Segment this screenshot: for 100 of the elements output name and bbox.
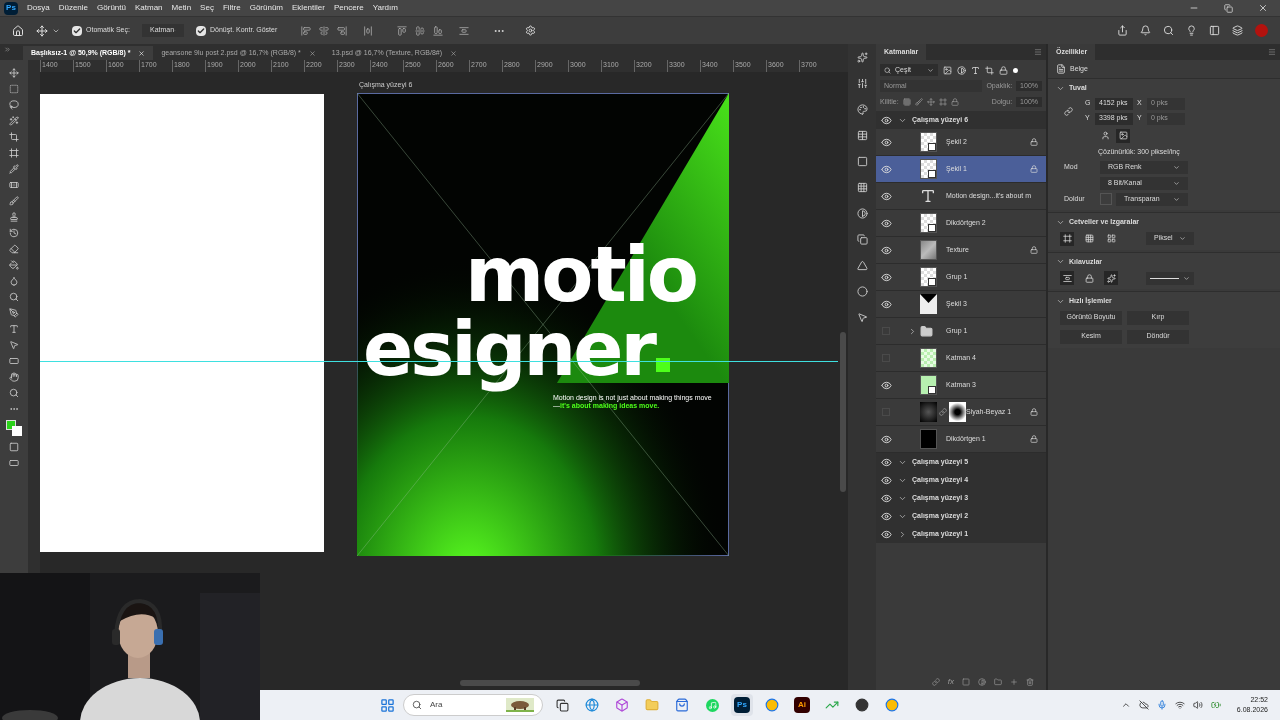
frame-icon[interactable]	[9, 148, 19, 158]
pointer-icon[interactable]	[856, 312, 868, 323]
type-tool-icon[interactable]	[9, 324, 19, 334]
menu-item[interactable]: Seç	[200, 2, 214, 14]
eye-icon[interactable]	[880, 510, 892, 522]
toggle-button[interactable]	[1104, 271, 1118, 285]
share-icon[interactable]	[1117, 25, 1128, 36]
eye-icon[interactable]	[880, 298, 892, 310]
lock-filter-icon[interactable]	[999, 65, 1008, 75]
menu-item[interactable]: Metin	[171, 2, 192, 14]
table-icon[interactable]	[856, 130, 868, 141]
zoom-icon[interactable]	[9, 388, 19, 398]
brush-icon[interactable]	[9, 196, 19, 206]
marquee-tool-icon[interactable]	[9, 84, 19, 94]
align-bottom-icon[interactable]	[433, 25, 444, 36]
trash-icon[interactable]	[1026, 678, 1034, 686]
align-top-icon[interactable]	[397, 25, 408, 36]
eye-icon[interactable]	[880, 433, 892, 445]
eye-icon[interactable]	[880, 190, 892, 202]
filter-toggle[interactable]	[1013, 67, 1018, 73]
toggle-button[interactable]	[1116, 128, 1130, 143]
quick-mask-icon[interactable]	[9, 442, 19, 452]
new-adjustment-icon[interactable]	[978, 678, 986, 686]
scrollbar[interactable]	[460, 680, 640, 686]
layers-icon[interactable]	[1232, 25, 1243, 36]
circle-icon[interactable]	[856, 286, 868, 297]
settings-icon[interactable]	[525, 25, 537, 36]
menu-item[interactable]: Eklentiler	[292, 2, 325, 14]
palette-icon[interactable]	[856, 104, 868, 115]
eye-icon[interactable]	[880, 492, 892, 504]
paint-bucket-icon[interactable]	[9, 260, 19, 270]
align-middle-icon[interactable]	[415, 25, 426, 36]
menu-item[interactable]: Yardım	[372, 2, 398, 14]
menu-item[interactable]: Dosya	[27, 2, 50, 14]
pointer-icon[interactable]	[9, 340, 19, 350]
droplet-icon[interactable]	[9, 276, 19, 286]
eye-icon[interactable]	[880, 244, 892, 256]
battery-icon[interactable]	[1210, 700, 1221, 710]
menu-item[interactable]: Pencere	[333, 2, 364, 14]
eye-icon[interactable]	[880, 379, 892, 391]
align-left-icon[interactable]	[301, 25, 312, 36]
home-icon[interactable]	[12, 24, 24, 37]
cloud-off-icon[interactable]	[1138, 700, 1149, 710]
eyedropper-icon[interactable]	[9, 164, 19, 174]
shape-filter-icon[interactable]	[985, 65, 994, 75]
toggle-button[interactable]	[1104, 231, 1118, 246]
close-icon[interactable]	[308, 49, 316, 57]
toggle-button[interactable]	[1060, 271, 1074, 285]
eye-icon[interactable]	[880, 136, 892, 148]
adjust-icon[interactable]	[856, 78, 868, 89]
contrast-icon[interactable]	[856, 208, 868, 219]
eye-icon[interactable]	[880, 163, 892, 175]
eye-icon[interactable]	[880, 474, 892, 486]
image-filter-icon[interactable]	[943, 65, 952, 75]
menu-item[interactable]: Düzenle	[58, 2, 89, 14]
align-center-icon[interactable]	[319, 25, 330, 36]
mic-icon[interactable]	[1156, 700, 1167, 710]
fx-button[interactable]: fx	[947, 676, 954, 688]
eraser-icon[interactable]	[9, 244, 19, 254]
toggle-button[interactable]	[1060, 231, 1074, 246]
stamp-icon[interactable]	[9, 212, 19, 222]
eye-icon[interactable]	[880, 217, 892, 229]
menu-item[interactable]: Katman	[134, 2, 163, 14]
bell-icon[interactable]	[1140, 25, 1151, 36]
type-filter-icon[interactable]	[971, 65, 980, 75]
move-tool-icon[interactable]	[36, 24, 48, 37]
eye-icon[interactable]	[880, 271, 892, 283]
triangle-icon[interactable]	[856, 260, 868, 271]
square-icon[interactable]	[856, 156, 868, 167]
bandage-icon[interactable]	[9, 180, 19, 190]
scrollbar[interactable]	[840, 332, 846, 492]
pen-tool-icon[interactable]	[9, 308, 19, 318]
link-icon[interactable]	[1064, 106, 1073, 116]
menu-item[interactable]: Görünüm	[249, 2, 284, 14]
line-style-select[interactable]	[1146, 271, 1194, 285]
lock-paint-icon[interactable]	[914, 98, 923, 106]
volume-icon[interactable]	[1192, 700, 1203, 710]
search-field[interactable]: Ara	[403, 694, 543, 716]
rectangle-tool-icon[interactable]	[9, 356, 19, 366]
restore-icon[interactable]	[1224, 3, 1233, 13]
eye-icon[interactable]	[880, 528, 892, 540]
history-brush-icon[interactable]	[9, 228, 19, 238]
crop-icon[interactable]	[9, 132, 19, 142]
close-icon[interactable]	[1258, 3, 1268, 13]
distribute-icon[interactable]	[459, 25, 470, 36]
lock-all-icon[interactable]	[950, 98, 959, 106]
align-right-icon[interactable]	[337, 25, 348, 36]
sparkle-icon[interactable]	[856, 52, 868, 63]
background-swatch[interactable]	[12, 426, 22, 436]
toggle-button[interactable]	[1082, 271, 1096, 285]
menu-item[interactable]: Görüntü	[97, 2, 126, 14]
adjustment-filter-icon[interactable]	[957, 65, 966, 75]
tray-chevron-icon[interactable]	[1120, 700, 1131, 710]
toggle-button[interactable]	[1082, 231, 1096, 246]
magnifier-icon[interactable]	[9, 292, 19, 302]
checkbox[interactable]	[72, 25, 82, 36]
close-icon[interactable]	[138, 49, 146, 57]
checkbox[interactable]	[195, 25, 206, 36]
start-icon[interactable]	[380, 697, 395, 713]
move-tool-icon[interactable]	[9, 68, 19, 78]
